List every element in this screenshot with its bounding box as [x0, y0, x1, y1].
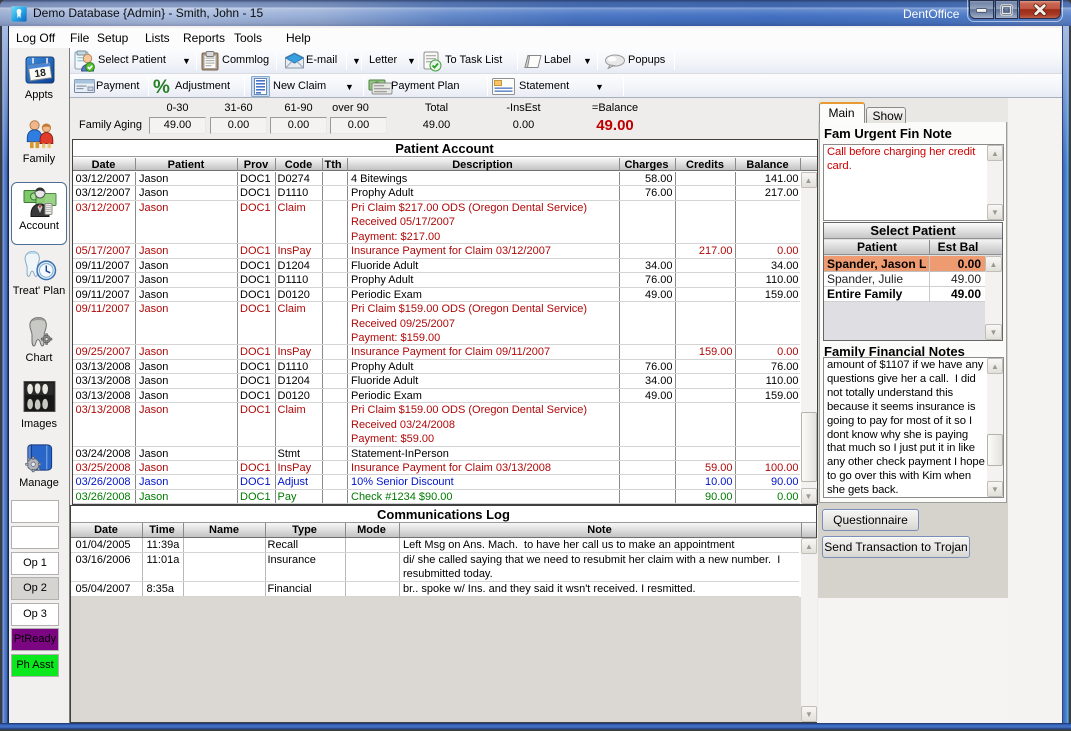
svg-text:%: % — [153, 77, 170, 97]
svg-text:18: 18 — [34, 68, 47, 81]
